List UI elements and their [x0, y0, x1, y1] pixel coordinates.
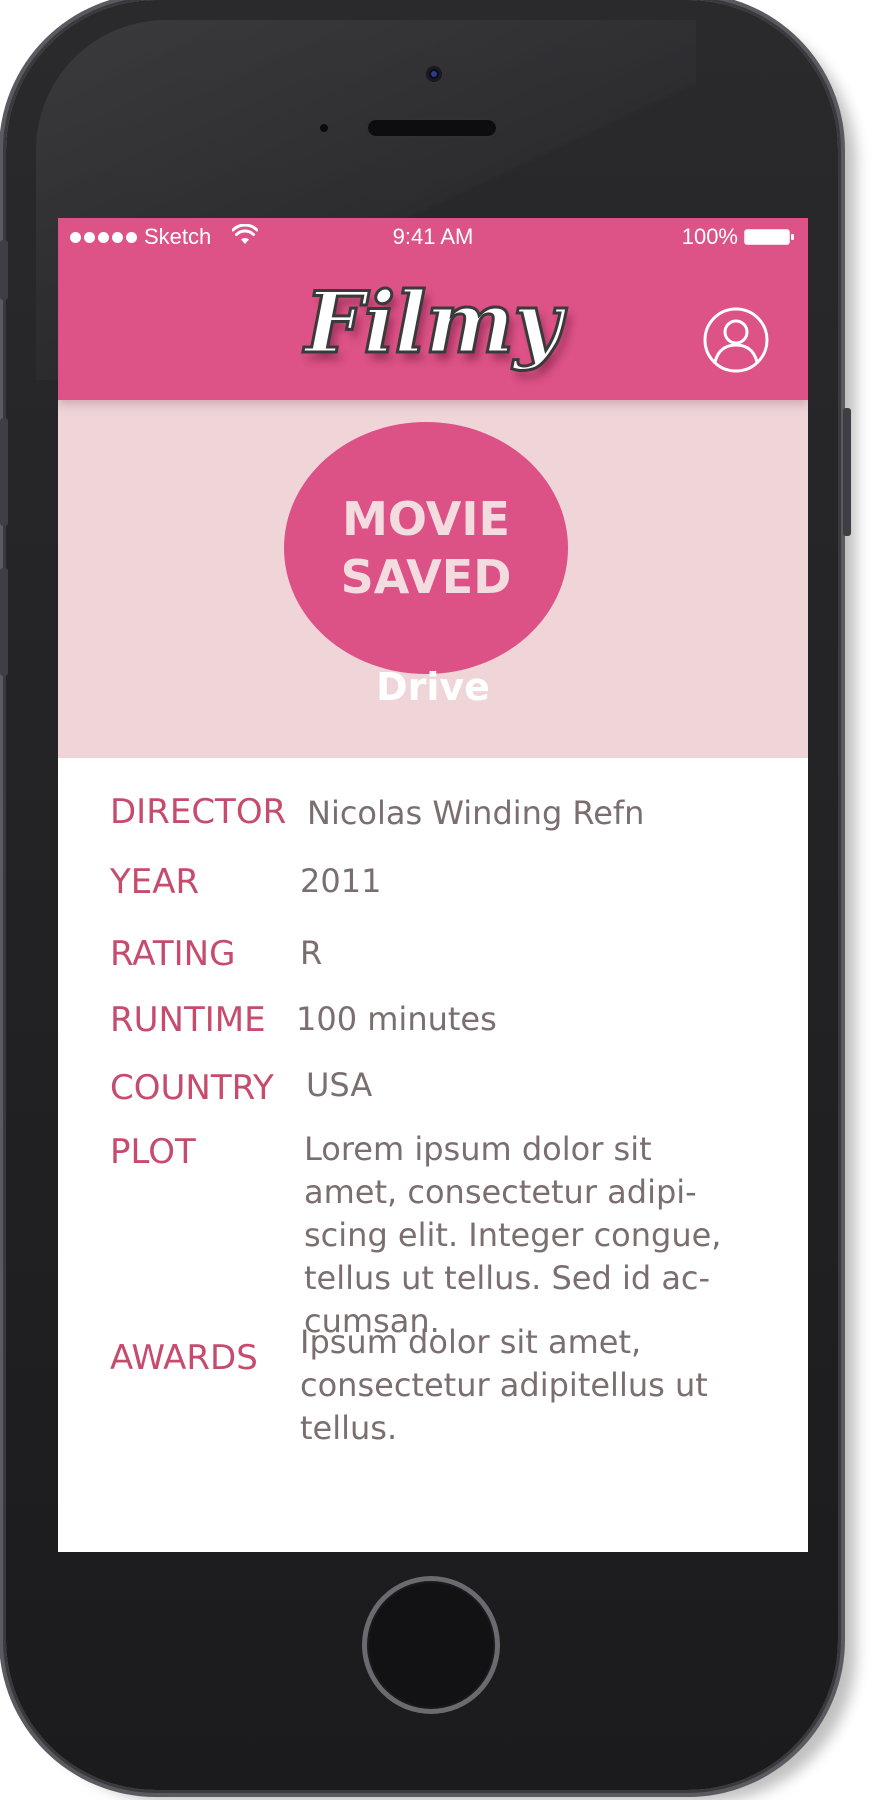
- battery-icon: [744, 229, 794, 245]
- country-value: USA: [306, 1066, 373, 1104]
- plot-label: PLOT: [110, 1132, 196, 1172]
- awards-line: consectetur adipitellus ut: [300, 1366, 708, 1404]
- profile-button[interactable]: [702, 306, 770, 374]
- power-button: [843, 408, 851, 536]
- app-screen: Sketch 9:41 AM 100% Filmy MOVIE SAVED Dr…: [58, 218, 808, 1552]
- director-value: Nicolas Winding Refn: [307, 794, 645, 832]
- year-label: YEAR: [110, 862, 200, 902]
- awards-line: tellus.: [300, 1409, 398, 1447]
- proximity-sensor: [320, 124, 328, 132]
- front-camera: [426, 66, 442, 82]
- mute-switch: [0, 240, 8, 300]
- rating-label: RATING: [110, 934, 236, 974]
- plot-line: tellus ut tellus. Sed id ac-: [304, 1259, 711, 1297]
- phone-frame: Sketch 9:41 AM 100% Filmy MOVIE SAVED Dr…: [6, 0, 838, 1790]
- movie-saved-badge[interactable]: MOVIE SAVED: [284, 422, 568, 674]
- volume-down-button: [0, 568, 8, 676]
- badge-line-2: SAVED: [340, 550, 512, 604]
- app-logo: Filmy: [303, 272, 563, 374]
- plot-value: Lorem ipsum dolor sit amet, consectetur …: [304, 1128, 721, 1343]
- user-circle-icon: [703, 307, 769, 373]
- movie-title: Drive: [376, 665, 490, 709]
- badge-line-1: MOVIE: [342, 492, 510, 546]
- director-label: DIRECTOR: [110, 792, 287, 832]
- movie-details: DIRECTOR Nicolas Winding Refn YEAR 2011 …: [58, 758, 808, 1552]
- app-header: Sketch 9:41 AM 100% Filmy: [58, 218, 808, 400]
- home-button[interactable]: [362, 1576, 500, 1714]
- awards-label: AWARDS: [110, 1338, 258, 1378]
- awards-value: Ipsum dolor sit amet, consectetur adipit…: [300, 1321, 708, 1450]
- runtime-value: 100 minutes: [296, 1000, 497, 1038]
- volume-up-button: [0, 418, 8, 526]
- plot-line: amet, consectetur adipi-: [304, 1173, 697, 1211]
- rating-value: R: [300, 934, 323, 972]
- awards-line: Ipsum dolor sit amet,: [300, 1323, 642, 1361]
- movie-hero: MOVIE SAVED Drive: [58, 400, 808, 758]
- plot-line: scing elit. Integer congue,: [304, 1216, 722, 1254]
- country-label: COUNTRY: [110, 1068, 274, 1108]
- earpiece-speaker: [366, 118, 498, 138]
- plot-line: Lorem ipsum dolor sit: [304, 1130, 652, 1168]
- year-value: 2011: [300, 862, 382, 900]
- battery-percentage: 100%: [681, 224, 738, 249]
- runtime-label: RUNTIME: [110, 1000, 266, 1040]
- status-bar: Sketch 9:41 AM 100%: [58, 218, 808, 258]
